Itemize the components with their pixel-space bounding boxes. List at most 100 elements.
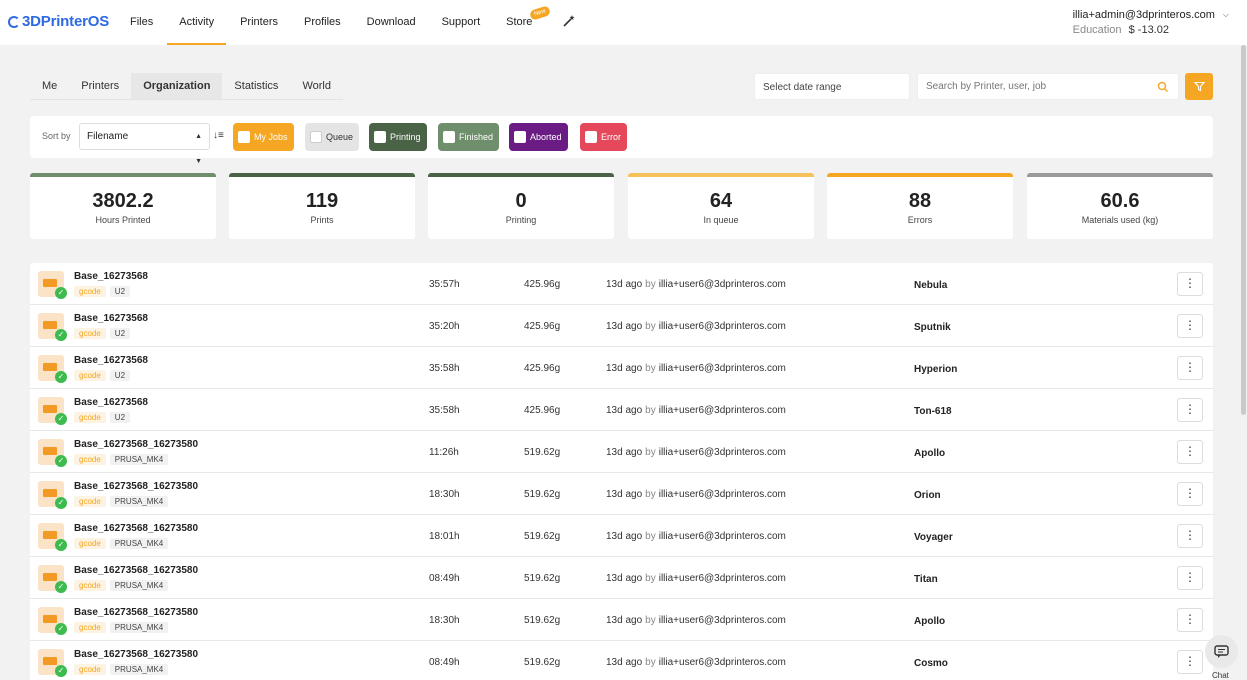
nav-activity[interactable]: Activity — [167, 0, 227, 45]
sort-value: Filename — [87, 131, 129, 142]
row-menu-button[interactable]: ⋮ — [1177, 398, 1203, 422]
kebab-menu-icon: ⋮ — [1184, 360, 1196, 374]
table-row[interactable]: ✓ Base_16273568 gcode U2 35:58h 425.96g 1… — [30, 347, 1213, 389]
filter-label: Finished — [459, 132, 494, 142]
nav-support[interactable]: Support — [430, 0, 493, 45]
printer-model-tag: U2 — [109, 286, 131, 297]
sort-direction-icon[interactable]: ↓≡ — [213, 130, 224, 141]
filter-aborted[interactable]: Aborted — [509, 123, 568, 151]
nav-download[interactable]: Download — [355, 0, 428, 45]
by-label: by — [645, 615, 656, 626]
printer-model-tag: U2 — [109, 412, 131, 423]
check-icon: ✓ — [55, 287, 67, 299]
chat-button[interactable] — [1205, 635, 1238, 668]
nav-profiles[interactable]: Profiles — [292, 0, 353, 45]
checkbox[interactable] — [514, 131, 526, 143]
select-arrows-icon: ▲ ▼ — [195, 133, 202, 165]
nav-files[interactable]: Files — [118, 0, 165, 45]
printer-model-tag: PRUSA_MK4 — [109, 664, 169, 675]
job-name[interactable]: Base_16273568 — [74, 397, 148, 408]
checkbox[interactable] — [374, 131, 386, 143]
filter-my-jobs[interactable]: My Jobs — [233, 123, 294, 151]
kebab-menu-icon: ⋮ — [1184, 276, 1196, 290]
checkbox[interactable] — [238, 131, 250, 143]
table-row[interactable]: ✓ Base_16273568 gcode U2 35:20h 425.96g 1… — [30, 305, 1213, 347]
job-name[interactable]: Base_16273568 — [74, 355, 148, 366]
row-menu-button[interactable]: ⋮ — [1177, 524, 1203, 548]
job-thumbnail: ✓ — [38, 355, 67, 383]
job-name[interactable]: Base_16273568_16273580 — [74, 649, 198, 660]
filter-printing[interactable]: Printing — [369, 123, 427, 151]
nav-store[interactable]: Store New — [494, 0, 552, 45]
kebab-menu-icon: ⋮ — [1184, 486, 1196, 500]
row-menu-button[interactable]: ⋮ — [1177, 482, 1203, 506]
sort-select[interactable]: Filename ▲ ▼ — [79, 123, 210, 165]
table-row[interactable]: ✓ Base_16273568_16273580 gcode PRUSA_MK4 … — [30, 431, 1213, 473]
checkbox[interactable] — [443, 131, 455, 143]
row-menu-button[interactable]: ⋮ — [1177, 650, 1203, 674]
table-row[interactable]: ✓ Base_16273568 gcode U2 35:57h 425.96g 1… — [30, 263, 1213, 305]
magic-wand-icon[interactable] — [562, 15, 575, 31]
scrollbar[interactable] — [1241, 45, 1246, 415]
file-type-tag: gcode — [74, 664, 106, 675]
row-menu-button[interactable]: ⋮ — [1177, 356, 1203, 380]
stat-materials-used: 60.6 Materials used (kg) — [1027, 173, 1213, 239]
printer-model-tag: PRUSA_MK4 — [109, 454, 169, 465]
user-menu[interactable]: illia+admin@3dprinteros.com ⌵ Education … — [1073, 9, 1229, 36]
table-row[interactable]: ✓ Base_16273568_16273580 gcode PRUSA_MK4 … — [30, 599, 1213, 641]
table-row[interactable]: ✓ Base_16273568 gcode U2 35:58h 425.96g 1… — [30, 389, 1213, 431]
job-user: illia+user6@3dprinteros.com — [658, 405, 786, 416]
file-type-tag: gcode — [74, 454, 106, 465]
job-thumbnail: ✓ — [38, 397, 67, 425]
filter-button[interactable] — [1185, 73, 1213, 100]
job-user: illia+user6@3dprinteros.com — [658, 573, 786, 584]
logo[interactable]: 3DPrinterOS — [8, 13, 109, 30]
by-label: by — [645, 531, 656, 542]
job-name[interactable]: Base_16273568_16273580 — [74, 439, 198, 450]
tab-statistics[interactable]: Statistics — [222, 73, 290, 99]
row-menu-button[interactable]: ⋮ — [1177, 440, 1203, 464]
by-label: by — [645, 657, 656, 668]
nav-printers[interactable]: Printers — [228, 0, 290, 45]
checkbox[interactable] — [310, 131, 322, 143]
job-name[interactable]: Base_16273568_16273580 — [74, 481, 198, 492]
table-row[interactable]: ✓ Base_16273568_16273580 gcode PRUSA_MK4 … — [30, 557, 1213, 599]
job-name[interactable]: Base_16273568 — [74, 271, 148, 282]
tab-world[interactable]: World — [290, 73, 343, 99]
row-menu-button[interactable]: ⋮ — [1177, 272, 1203, 296]
job-time-ago: 13d ago — [606, 531, 643, 542]
job-printer: Voyager — [914, 532, 953, 543]
job-time-ago: 13d ago — [606, 615, 643, 626]
job-user: illia+user6@3dprinteros.com — [658, 321, 786, 332]
filter-queue[interactable]: Queue — [305, 123, 360, 151]
job-name[interactable]: Base_16273568_16273580 — [74, 523, 198, 534]
job-duration: 08:49h — [429, 573, 460, 584]
row-menu-button[interactable]: ⋮ — [1177, 608, 1203, 632]
stat-value: 88 — [908, 190, 932, 212]
job-weight: 519.62g — [524, 615, 561, 626]
tab-printers[interactable]: Printers — [69, 73, 131, 99]
search-input[interactable] — [917, 73, 1179, 100]
date-range-picker[interactable]: Select date range — [754, 73, 910, 100]
checkbox[interactable] — [585, 131, 597, 143]
table-row[interactable]: ✓ Base_16273568_16273580 gcode PRUSA_MK4 … — [30, 473, 1213, 515]
tab-me[interactable]: Me — [30, 73, 69, 99]
kebab-menu-icon: ⋮ — [1184, 612, 1196, 626]
job-name[interactable]: Base_16273568_16273580 — [74, 565, 198, 576]
search-icon[interactable] — [1157, 80, 1169, 92]
stat-label: Errors — [907, 215, 933, 225]
tab-organization[interactable]: Organization — [131, 73, 223, 99]
job-name[interactable]: Base_16273568_16273580 — [74, 607, 198, 618]
file-type-tag: gcode — [74, 286, 106, 297]
table-row[interactable]: ✓ Base_16273568_16273580 gcode PRUSA_MK4 … — [30, 641, 1213, 680]
table-row[interactable]: ✓ Base_16273568_16273580 gcode PRUSA_MK4 … — [30, 515, 1213, 557]
row-menu-button[interactable]: ⋮ — [1177, 314, 1203, 338]
check-icon: ✓ — [55, 455, 67, 467]
job-user: illia+user6@3dprinteros.com — [658, 279, 786, 290]
job-time-ago: 13d ago — [606, 405, 643, 416]
filter-error[interactable]: Error — [580, 123, 627, 151]
job-name[interactable]: Base_16273568 — [74, 313, 148, 324]
filter-finished[interactable]: Finished — [438, 123, 500, 151]
job-weight: 519.62g — [524, 573, 561, 584]
row-menu-button[interactable]: ⋮ — [1177, 566, 1203, 590]
